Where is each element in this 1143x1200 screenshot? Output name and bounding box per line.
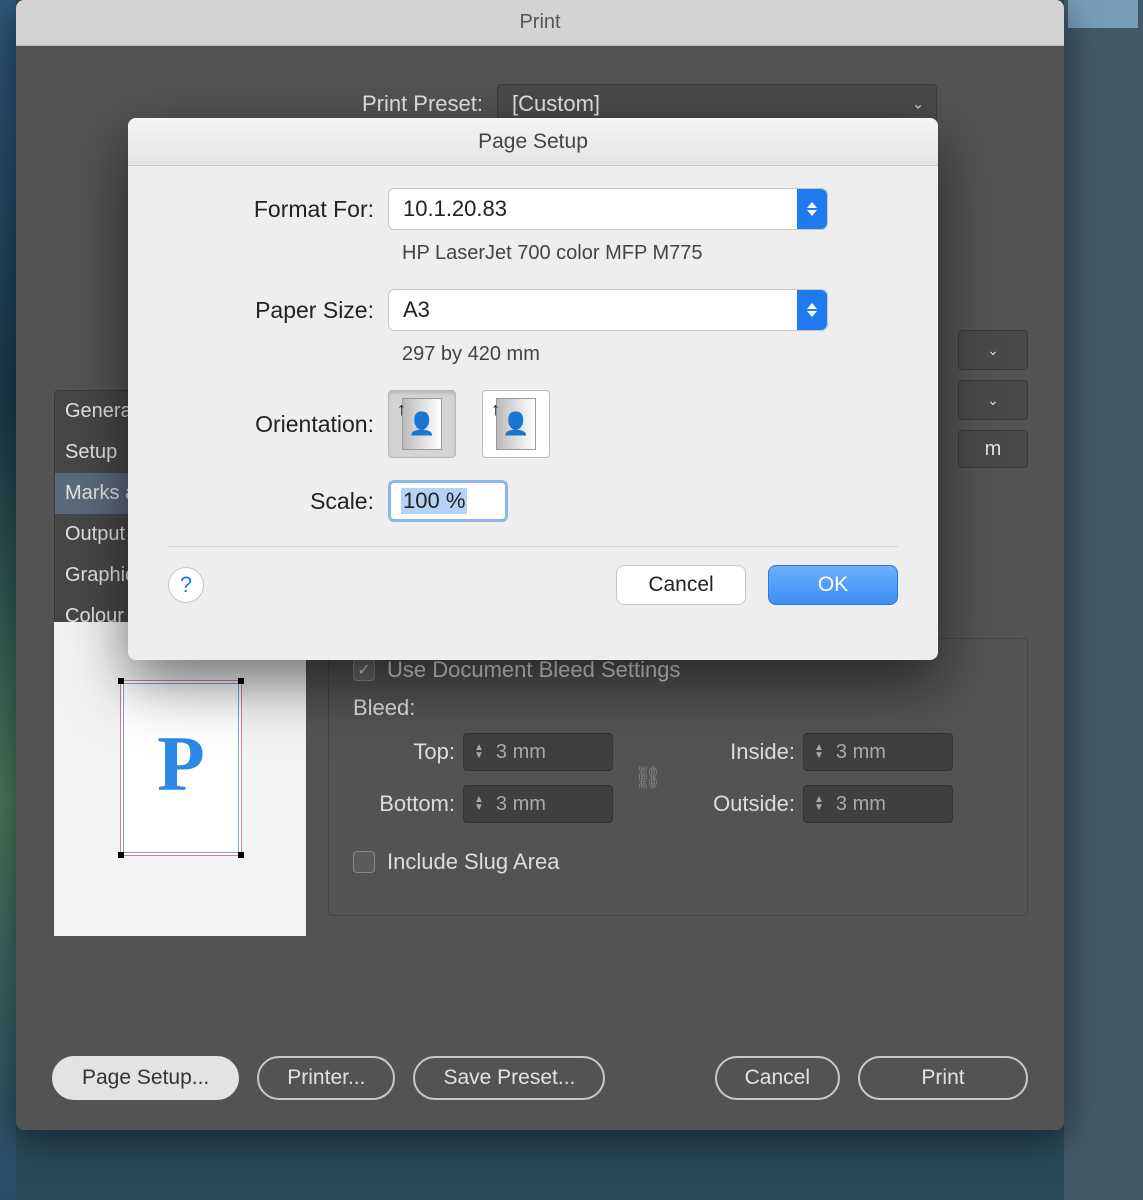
cancel-button[interactable]: Cancel — [715, 1056, 840, 1100]
bleed-outside-field[interactable]: ▲▼ 3 mm — [803, 785, 953, 823]
landscape-page-icon: 👤 — [496, 398, 536, 450]
scale-input[interactable]: 100 % — [388, 480, 508, 522]
bleed-inside-field[interactable]: ▲▼ 3 mm — [803, 733, 953, 771]
print-preset-label: Print Preset: — [143, 91, 483, 117]
scale-label: Scale: — [168, 488, 388, 515]
printer-button[interactable]: Printer... — [257, 1056, 395, 1100]
print-dialog-title: Print — [16, 0, 1064, 46]
stepper-icon[interactable]: ▲▼ — [474, 796, 484, 812]
up-arrow-icon: ↑ — [491, 399, 500, 420]
print-dialog-footer: Page Setup... Printer... Save Preset... … — [16, 1056, 1064, 1100]
orientation-landscape-button[interactable]: ↑ 👤 — [482, 390, 550, 458]
stepper-icon[interactable]: ▲▼ — [474, 744, 484, 760]
paper-size-select[interactable]: A3 — [388, 289, 828, 331]
format-for-sublabel: HP LaserJet 700 color MFP M775 — [388, 238, 898, 281]
page-setup-title: Page Setup — [128, 118, 938, 166]
page-setup-button[interactable]: Page Setup... — [52, 1056, 239, 1100]
obscured-select-2[interactable]: ⌄ — [958, 380, 1028, 420]
paper-size-label: Paper Size: — [168, 297, 388, 324]
bleed-section-label: Bleed: — [353, 695, 1003, 721]
bleed-inside-value: 3 mm — [836, 741, 886, 764]
paper-size-value: A3 — [403, 297, 430, 323]
format-for-value: 10.1.20.83 — [403, 196, 507, 222]
stepper-icon[interactable]: ▲▼ — [814, 744, 824, 760]
portrait-page-icon: 👤 — [402, 398, 442, 450]
page-setup-ok-button[interactable]: OK — [768, 565, 898, 605]
page-preview: P — [54, 622, 306, 936]
up-arrow-icon: ↑ — [397, 399, 406, 420]
stepper-icon[interactable]: ▲▼ — [814, 796, 824, 812]
bleed-top-label: Top: — [353, 739, 463, 765]
bleed-top-field[interactable]: ▲▼ 3 mm — [463, 733, 613, 771]
obscured-select-1[interactable]: ⌄ — [958, 330, 1028, 370]
use-document-bleed-checkbox[interactable] — [353, 659, 375, 681]
desktop-edge-right — [1064, 0, 1143, 1200]
page-preview-page: P — [120, 680, 242, 856]
link-values-icon[interactable]: ⛓ — [613, 765, 683, 791]
chevron-down-icon: ⌄ — [987, 342, 999, 359]
include-slug-area-label: Include Slug Area — [387, 849, 559, 875]
bleed-outside-label: Outside: — [683, 791, 803, 817]
page-preview-glyph: P — [157, 719, 205, 809]
include-slug-area-checkbox[interactable] — [353, 851, 375, 873]
bleed-top-value: 3 mm — [496, 741, 546, 764]
select-stepper-icon — [797, 189, 827, 229]
print-button[interactable]: Print — [858, 1056, 1028, 1100]
bleed-inside-label: Inside: — [683, 739, 803, 765]
select-stepper-icon — [797, 290, 827, 330]
bleed-and-slug-panel: Use Document Bleed Settings Bleed: Top: … — [328, 638, 1028, 916]
format-for-select[interactable]: 10.1.20.83 — [388, 188, 828, 230]
help-button[interactable]: ? — [168, 567, 204, 603]
chevron-down-icon: ⌄ — [912, 96, 924, 113]
chevron-down-icon: ⌄ — [987, 392, 999, 409]
use-document-bleed-label: Use Document Bleed Settings — [387, 657, 681, 683]
desktop-edge-left — [0, 0, 16, 1200]
orientation-portrait-button[interactable]: ↑ 👤 — [388, 390, 456, 458]
print-preset-value: [Custom] — [512, 91, 600, 117]
obscured-unit-field[interactable]: m — [958, 430, 1028, 468]
format-for-label: Format For: — [168, 196, 388, 223]
save-preset-button[interactable]: Save Preset... — [413, 1056, 605, 1100]
orientation-label: Orientation: — [168, 411, 388, 438]
page-setup-dialog: Page Setup Format For: 10.1.20.83 HP Las… — [128, 118, 938, 660]
bleed-bottom-label: Bottom: — [353, 791, 463, 817]
obscured-controls: ⌄ ⌄ m — [958, 330, 1028, 468]
scale-value: 100 % — [401, 488, 467, 514]
paper-size-sublabel: 297 by 420 mm — [388, 339, 898, 382]
page-setup-cancel-button[interactable]: Cancel — [616, 565, 746, 605]
bleed-bottom-field[interactable]: ▲▼ 3 mm — [463, 785, 613, 823]
bleed-bottom-value: 3 mm — [496, 793, 546, 816]
bleed-outside-value: 3 mm — [836, 793, 886, 816]
